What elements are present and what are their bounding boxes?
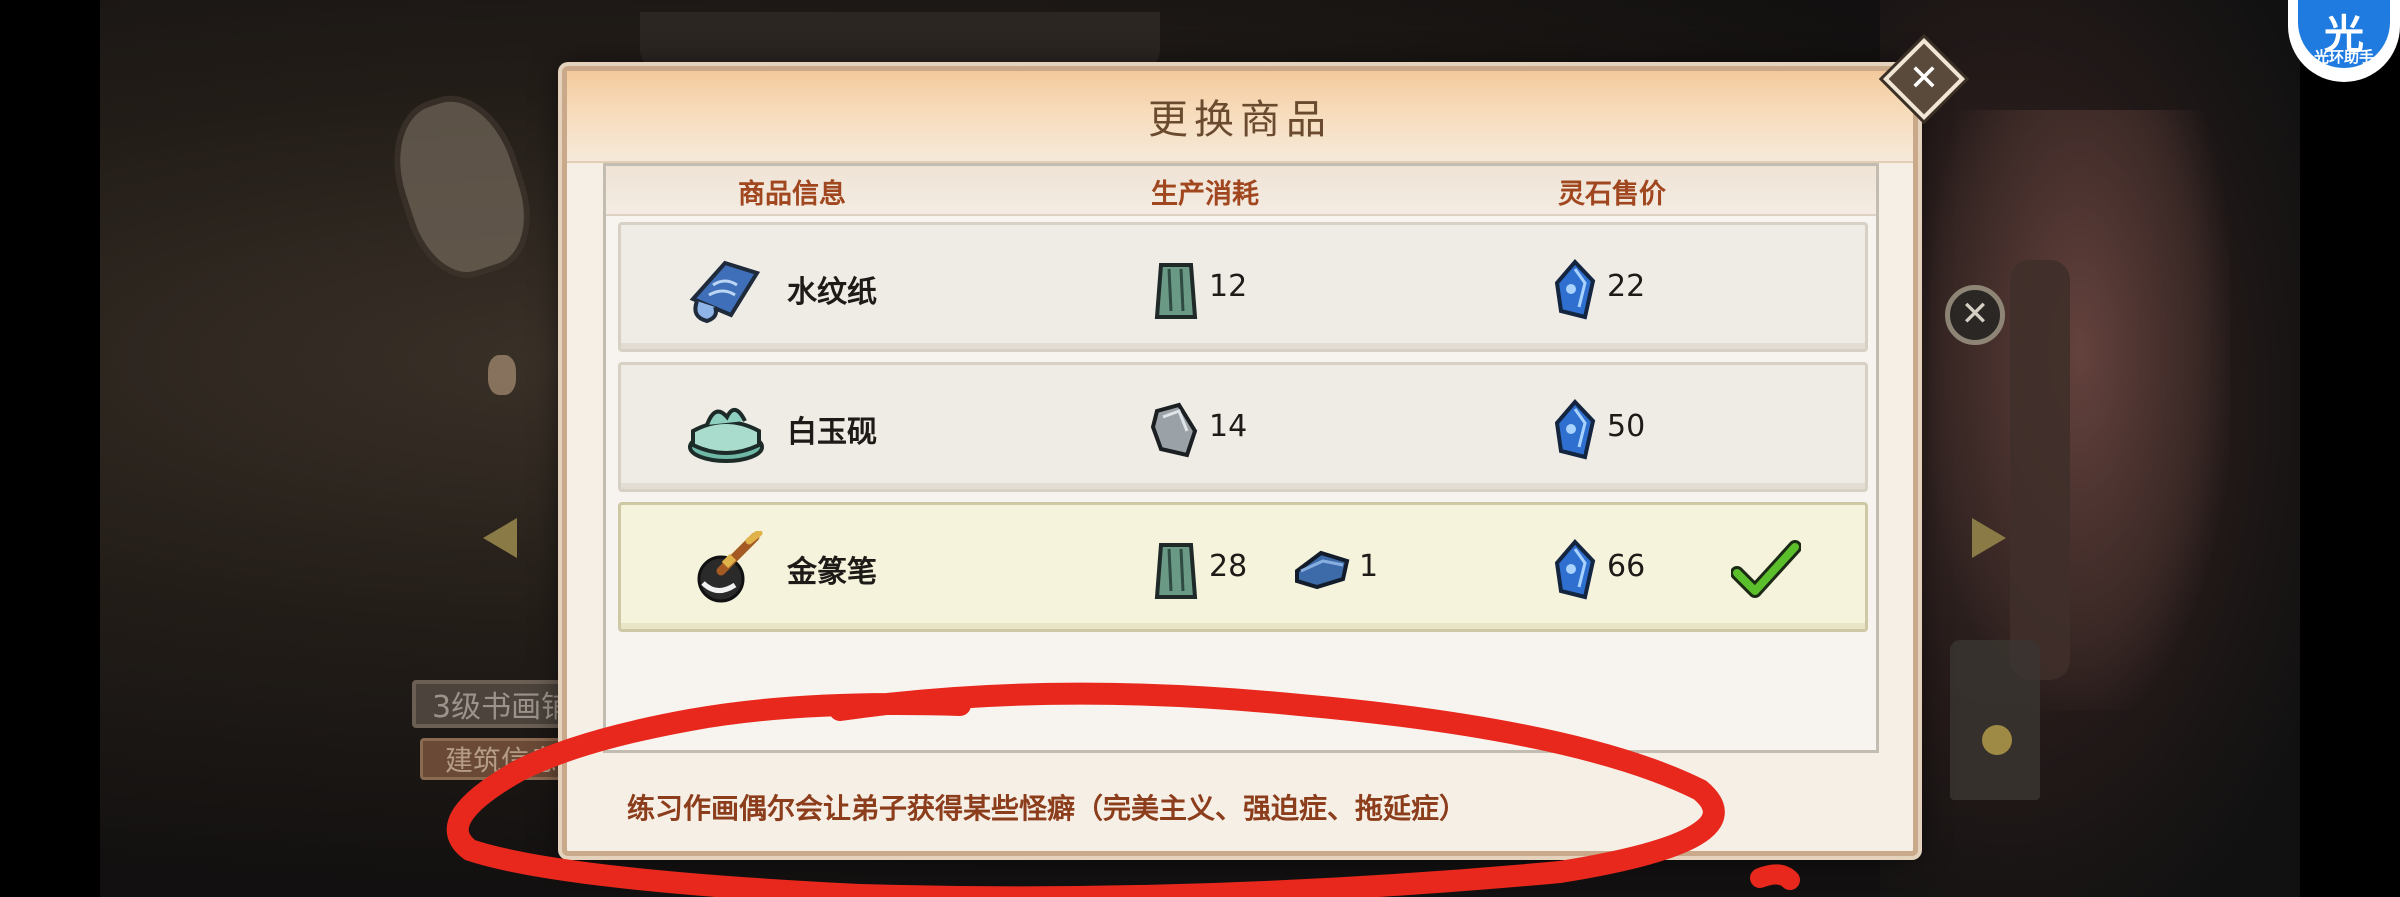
cost-amount-2: 1 — [1359, 549, 1379, 584]
paper-scroll-icon — [689, 260, 761, 324]
building-info-button[interactable]: 建筑信息 — [420, 738, 570, 780]
item-name: 白玉砚 — [787, 415, 877, 450]
item-name: 金篆笔 — [787, 555, 877, 590]
hint-text: 练习作画偶尔会让弟子获得某些怪癖（完美主义、强迫症、拖延症） — [627, 792, 1468, 825]
dialog-header: 更换商品 — [567, 71, 1913, 163]
price-amount: 22 — [1607, 269, 1646, 304]
game-screen: 3级书画铺 建筑信息 ✕ 更换商品 商品信息 生产消耗 灵石售价 水纹纸 12 … — [0, 0, 2400, 897]
cost-amount: 28 — [1209, 549, 1248, 584]
assistant-badge[interactable]: 光 光环助手 — [2288, 0, 2400, 82]
pavilion-roof — [640, 12, 1160, 70]
lantern-light — [1982, 725, 2012, 755]
next-arrow-icon[interactable] — [1972, 518, 2006, 558]
table-header: 商品信息 生产消耗 灵石售价 — [606, 166, 1876, 216]
product-row-paper[interactable]: 水纹纸 12 22 — [618, 222, 1868, 352]
cost-amount: 12 — [1209, 269, 1248, 304]
check-icon — [1731, 540, 1801, 598]
tree-foliage — [1930, 110, 2230, 710]
badge-label: 光环助手 — [2313, 48, 2374, 66]
change-product-dialog: 更换商品 商品信息 生产消耗 灵石售价 水纹纸 12 22 白玉砚 14 50 … — [562, 66, 1918, 856]
tree-trunk — [2010, 260, 2070, 680]
ore-icon — [1150, 402, 1198, 458]
lantern — [488, 355, 516, 395]
wood-icon — [1154, 263, 1198, 319]
spirit-stone-icon — [1554, 539, 1596, 600]
brush-icon — [697, 531, 763, 603]
inkstone-icon — [688, 408, 764, 463]
column-header-price: 灵石售价 — [1558, 179, 1666, 210]
product-row-inkstone[interactable]: 白玉砚 14 50 — [618, 362, 1868, 492]
badge-circle: 光 光环助手 — [2288, 0, 2400, 82]
previous-arrow-icon[interactable] — [483, 518, 517, 558]
spirit-stone-icon — [1554, 399, 1596, 460]
building-level-sign: 3级书画铺 — [412, 680, 577, 728]
wood-icon — [1154, 543, 1198, 599]
product-row-brush[interactable]: 金篆笔 28 1 66 — [618, 502, 1868, 632]
spirit-stone-icon — [1554, 259, 1596, 320]
price-amount: 66 — [1607, 549, 1646, 584]
price-amount: 50 — [1607, 409, 1646, 444]
column-header-info: 商品信息 — [738, 179, 846, 210]
ingot-icon — [1295, 550, 1350, 590]
stone-lantern — [1950, 640, 2040, 800]
item-name: 水纹纸 — [787, 275, 877, 310]
close-icon: ✕ — [1908, 58, 1940, 99]
background-close-icon[interactable]: ✕ — [1945, 285, 2005, 345]
cost-amount: 14 — [1209, 409, 1248, 444]
column-header-cost: 生产消耗 — [1151, 179, 1259, 210]
product-table: 商品信息 生产消耗 灵石售价 水纹纸 12 22 白玉砚 14 50 金篆笔 2… — [603, 163, 1879, 753]
dialog-title: 更换商品 — [1148, 97, 1332, 143]
badge-inner: 光 光环助手 — [2298, 0, 2390, 68]
